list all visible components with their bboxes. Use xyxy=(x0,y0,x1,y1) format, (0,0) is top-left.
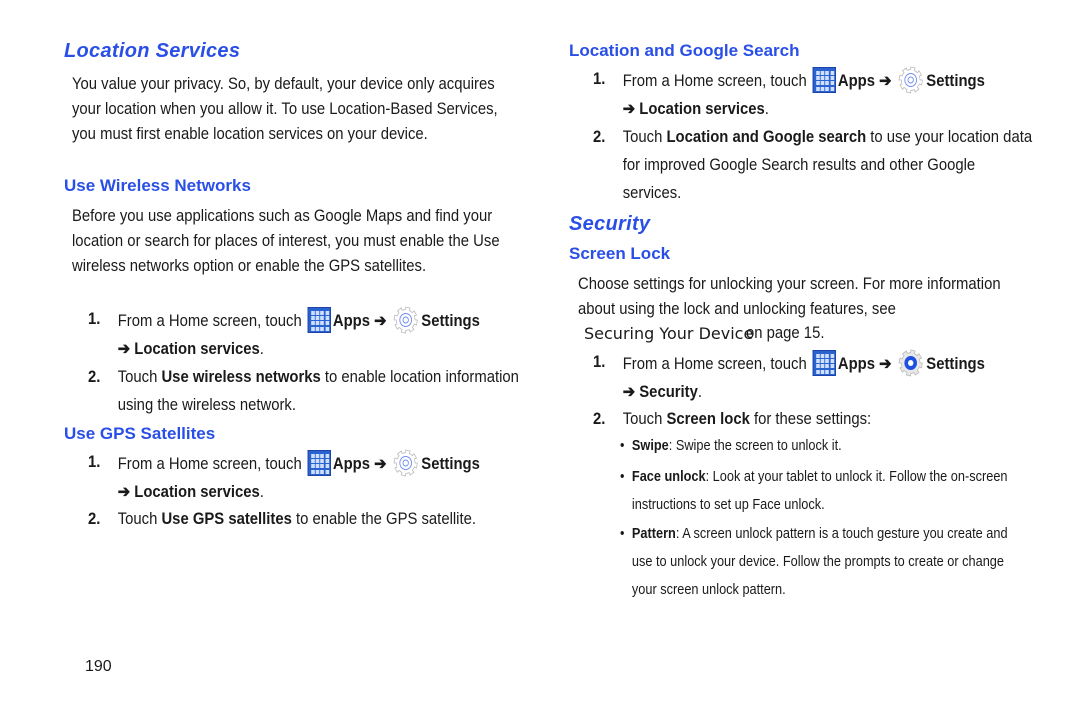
bullet-dot: • xyxy=(620,525,625,542)
subheading-use-wireless-networks: Use Wireless Networks xyxy=(64,176,251,195)
arrow: ➔ xyxy=(874,355,896,373)
step-number: 2. xyxy=(88,368,101,386)
location-services-label: Location services xyxy=(639,100,765,118)
apps-grid-icon xyxy=(307,307,332,333)
apps-grid-icon xyxy=(307,450,332,476)
step-text: From a Home screen, touch xyxy=(622,355,811,373)
cross-reference: Securing Your Device on page 15. xyxy=(584,324,824,344)
arrow: ➔ xyxy=(117,483,135,501)
bullet-dot: • xyxy=(620,468,625,485)
step-text: to enable the GPS satellite. xyxy=(291,510,476,528)
location-services-label: Location services xyxy=(134,483,260,501)
step-text: Touch xyxy=(622,128,667,146)
location-services-label: Location services xyxy=(134,340,260,358)
step-number: 2. xyxy=(593,410,606,428)
settings-label: Settings xyxy=(926,355,985,373)
apps-label: Apps xyxy=(837,72,875,90)
arrow: ➔ xyxy=(369,455,391,473)
step-text: From a Home screen, touch xyxy=(117,312,306,330)
step-number: 2. xyxy=(88,510,101,528)
apps-grid-icon xyxy=(812,350,837,376)
period: . xyxy=(697,383,703,401)
settings-gear-icon xyxy=(898,66,924,94)
settings-label: Settings xyxy=(421,312,480,330)
step-text: for these settings: xyxy=(749,410,872,428)
settings-gear-icon xyxy=(393,449,419,477)
period: . xyxy=(259,340,264,358)
step-number: 2. xyxy=(593,128,606,146)
arrow: ➔ xyxy=(874,72,896,90)
bullet-label: Face unlock xyxy=(631,468,706,485)
arrow: ➔ xyxy=(117,340,135,358)
option-name: Use wireless networks xyxy=(161,368,321,386)
option-name: Location and Google search xyxy=(666,128,867,146)
wireless-intro: Before you use applications such as Goog… xyxy=(72,207,500,275)
security-label: Security xyxy=(639,383,698,401)
step-text: Touch xyxy=(622,410,667,428)
bullet-label: Pattern xyxy=(631,525,676,542)
step-number: 1. xyxy=(593,70,606,88)
step-number: 1. xyxy=(88,310,101,328)
page-number: 190 xyxy=(85,658,112,675)
apps-label: Apps xyxy=(332,455,370,473)
step-number: 1. xyxy=(593,353,606,371)
apps-grid-icon xyxy=(812,67,837,93)
xref-tail: on page 15. xyxy=(746,324,825,342)
step-text: From a Home screen, touch xyxy=(117,455,306,473)
section-title-security: Security xyxy=(569,213,651,235)
xref-link[interactable]: Securing Your Device xyxy=(584,324,753,343)
location-services-intro: You value your privacy. So, by default, … xyxy=(72,75,498,143)
step-text: From a Home screen, touch xyxy=(622,72,811,90)
apps-label: Apps xyxy=(332,312,370,330)
settings-label: Settings xyxy=(926,72,985,90)
settings-label: Settings xyxy=(421,455,480,473)
step-text: Touch xyxy=(117,510,162,528)
arrow: ➔ xyxy=(622,100,640,118)
section-title-location-services: Location Services xyxy=(64,40,241,62)
settings-gear-icon xyxy=(898,349,924,377)
subheading-screen-lock: Screen Lock xyxy=(569,244,671,263)
option-name: Use GPS satellites xyxy=(161,510,292,528)
arrow: ➔ xyxy=(622,383,640,401)
bullet-dot: • xyxy=(620,437,625,454)
subheading-location-and-google-search: Location and Google Search xyxy=(569,41,800,60)
period: . xyxy=(259,483,264,501)
settings-gear-icon xyxy=(393,306,419,334)
bullet-text: : Swipe the screen to unlock it. xyxy=(668,437,842,454)
step-number: 1. xyxy=(88,453,101,471)
step-text: Touch xyxy=(117,368,162,386)
apps-label: Apps xyxy=(837,355,875,373)
bullet-text: : A screen unlock pattern is a touch ges… xyxy=(631,525,1008,598)
bullet-label: Swipe xyxy=(631,437,669,454)
option-name: Screen lock xyxy=(666,410,750,428)
arrow: ➔ xyxy=(369,312,391,330)
subheading-use-gps-satellites: Use GPS Satellites xyxy=(64,424,216,443)
period: . xyxy=(764,100,769,118)
screen-lock-intro: Choose settings for unlocking your scree… xyxy=(578,275,1001,318)
